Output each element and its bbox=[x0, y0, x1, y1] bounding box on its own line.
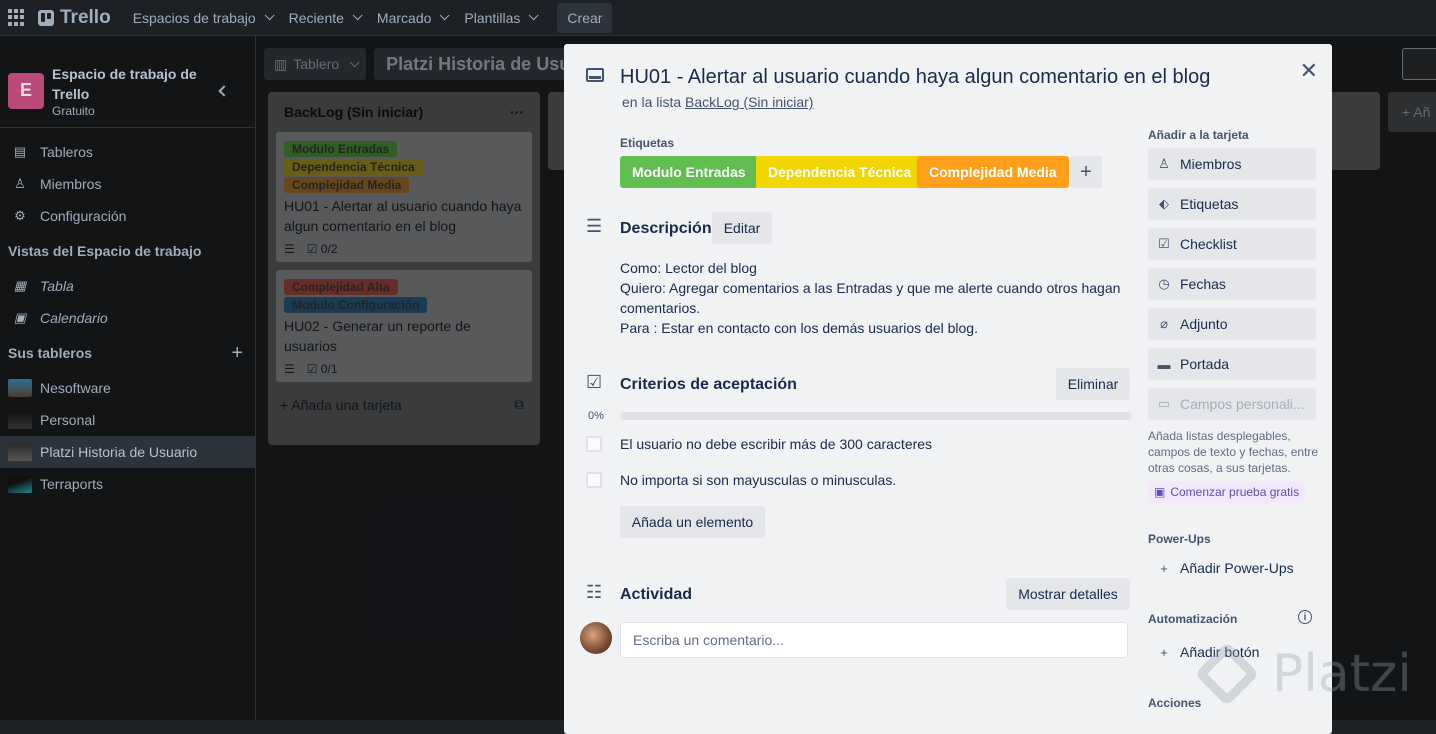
card-detail-title[interactable]: HU01 - Alertar al usuario cuando haya al… bbox=[620, 66, 1210, 89]
workspace-plan: Gratuito bbox=[52, 103, 95, 118]
nav-starred[interactable]: Marcado bbox=[369, 2, 456, 34]
checkbox-icon: ☑ bbox=[1158, 236, 1170, 251]
nav-templates[interactable]: Plantillas bbox=[456, 2, 545, 34]
members-button[interactable]: ♙ Miembros bbox=[1148, 148, 1316, 180]
calendar-icon: ▣ bbox=[13, 310, 27, 325]
sidebar-board-platzi[interactable]: Platzi Historia de Usuario bbox=[0, 436, 255, 468]
workspace-header: E Espacio de trabajo de Trello Gratuito bbox=[0, 36, 255, 128]
edit-description-button[interactable]: Editar bbox=[712, 212, 772, 244]
checklist-heading[interactable]: Criterios de aceptación bbox=[620, 376, 797, 394]
automation-heading: Automatización bbox=[1148, 612, 1238, 626]
description-heading: Descripción bbox=[620, 220, 712, 237]
nav-recent[interactable]: Reciente bbox=[281, 2, 369, 34]
chevron-down-icon bbox=[352, 10, 363, 21]
powerups-heading: Power-Ups bbox=[1148, 532, 1211, 546]
add-label-button[interactable]: + bbox=[1070, 156, 1102, 188]
add-checklist-item-button[interactable]: Añada un elemento bbox=[620, 506, 765, 538]
sidebar-item-calendar[interactable]: ▣ Calendario bbox=[0, 302, 255, 334]
clock-icon: ◷ bbox=[1158, 276, 1170, 291]
sidebar-board-nesoftware[interactable]: Nesoftware bbox=[0, 372, 255, 404]
comment-input[interactable]: Escriba un comentario... bbox=[620, 622, 1128, 658]
labels-button[interactable]: ⬖ Etiquetas bbox=[1148, 188, 1316, 220]
trello-logo[interactable]: Trello bbox=[38, 7, 111, 29]
platzi-watermark: Platzi bbox=[1184, 634, 1428, 714]
card-list-info: en la lista BackLog (Sin iniciar) bbox=[622, 94, 814, 110]
person-icon: ♙ bbox=[1158, 156, 1170, 171]
top-nav: Espacios de trabajo Reciente Marcado Pla… bbox=[125, 2, 546, 34]
card-detail-modal: ✕ HU01 - Alertar al usuario cuando haya … bbox=[564, 44, 1332, 734]
cover-icon: ▬ bbox=[1157, 356, 1171, 372]
activity-heading: Actividad bbox=[620, 586, 693, 603]
sidebar-item-members[interactable]: ♙ Miembros bbox=[0, 168, 255, 200]
dates-button[interactable]: ◷ Fechas bbox=[1148, 268, 1316, 300]
label-chip[interactable]: Dependencia Técnica bbox=[756, 156, 924, 188]
gear-icon: ⚙ bbox=[14, 208, 26, 223]
checklist-item[interactable]: El usuario no debe escribir más de 300 c… bbox=[620, 436, 932, 452]
nav-workspaces[interactable]: Espacios de trabajo bbox=[125, 2, 281, 34]
board-icon: ▤ bbox=[13, 144, 27, 159]
top-bar: Trello Espacios de trabajo Reciente Marc… bbox=[0, 0, 1436, 36]
activity-icon: ☷ bbox=[586, 582, 603, 602]
add-board-icon[interactable]: + bbox=[231, 342, 243, 365]
board-thumbnail bbox=[8, 475, 32, 493]
gift-icon: ▣ bbox=[1154, 485, 1166, 499]
custom-fields-icon: ▭ bbox=[1157, 396, 1171, 411]
workspace-avatar: E bbox=[8, 72, 44, 109]
paperclip-icon: ⌀ bbox=[1160, 316, 1168, 331]
chevron-down-icon bbox=[529, 10, 539, 21]
custom-fields-button[interactable]: ▭ Campos personali... bbox=[1148, 388, 1316, 420]
info-icon[interactable]: i bbox=[1298, 610, 1312, 624]
sidebar-item-table[interactable]: ▦ Tabla bbox=[0, 270, 255, 302]
checklist-checkbox[interactable] bbox=[586, 436, 602, 452]
chevron-down-icon bbox=[264, 10, 275, 21]
checklist-button[interactable]: ☑ Checklist bbox=[1148, 228, 1316, 260]
list-link[interactable]: BackLog (Sin iniciar) bbox=[685, 94, 813, 110]
checklist-progress-label: 0% bbox=[588, 410, 604, 422]
cover-button[interactable]: ▬ Portada bbox=[1148, 348, 1316, 380]
description-text[interactable]: Como: Lector del blog Quiero: Agregar co… bbox=[620, 258, 1130, 338]
sidebar-views-header: Vistas del Espacio de trabajo bbox=[8, 243, 202, 259]
sidebar: E Espacio de trabajo de Trello Gratuito … bbox=[0, 36, 256, 720]
start-trial-button[interactable]: ▣ Comenzar prueba gratis bbox=[1148, 481, 1306, 503]
tag-icon: ⬖ bbox=[1159, 196, 1169, 211]
label-chip[interactable]: Modulo Entradas bbox=[620, 156, 758, 188]
checklist-item[interactable]: No importa si son mayusculas o minuscula… bbox=[620, 472, 896, 488]
avatar[interactable] bbox=[580, 622, 612, 654]
board-thumbnail bbox=[8, 379, 32, 397]
trello-logo-icon bbox=[38, 9, 54, 26]
workspace-name: Espacio de trabajo de Trello bbox=[52, 65, 197, 102]
person-icon: ♙ bbox=[14, 176, 26, 191]
create-button[interactable]: Crear bbox=[557, 2, 613, 33]
sidebar-item-boards[interactable]: ▤ Tableros bbox=[0, 136, 255, 168]
board-thumbnail bbox=[8, 411, 32, 429]
label-chip[interactable]: Complejidad Media bbox=[917, 156, 1069, 188]
app-switcher-icon[interactable] bbox=[8, 8, 26, 27]
sidebar-boards-header: Sus tableros + bbox=[8, 341, 243, 365]
show-details-button[interactable]: Mostrar detalles bbox=[1006, 578, 1130, 610]
sidebar-item-settings[interactable]: ⚙ Configuración bbox=[0, 200, 255, 232]
plus-icon: + bbox=[1160, 560, 1168, 576]
attachment-button[interactable]: ⌀ Adjunto bbox=[1148, 308, 1316, 340]
add-powerups-button[interactable]: + Añadir Power-Ups bbox=[1148, 552, 1316, 584]
plus-icon: + bbox=[1160, 644, 1168, 660]
platzi-logo-icon bbox=[1194, 641, 1260, 707]
checklist-checkbox[interactable] bbox=[586, 472, 602, 488]
sidebar-board-terraports[interactable]: Terraports bbox=[0, 468, 255, 500]
description-icon: ☰ bbox=[586, 216, 603, 236]
table-icon: ▦ bbox=[13, 278, 27, 293]
custom-fields-note: Añada listas desplegables, campos de tex… bbox=[1148, 429, 1319, 475]
card-icon bbox=[586, 68, 604, 82]
delete-checklist-button[interactable]: Eliminar bbox=[1056, 368, 1130, 400]
chevron-down-icon bbox=[440, 10, 450, 21]
sidebar-board-personal[interactable]: Personal bbox=[0, 404, 255, 436]
checklist-icon: ☑ bbox=[586, 372, 603, 392]
labels-heading: Etiquetas bbox=[620, 136, 675, 150]
checklist-progress-bar bbox=[620, 412, 1132, 420]
collapse-sidebar-icon[interactable] bbox=[218, 84, 230, 97]
board-thumbnail bbox=[8, 443, 32, 461]
close-icon[interactable]: ✕ bbox=[1300, 58, 1318, 84]
add-to-card-heading: Añadir a la tarjeta bbox=[1148, 128, 1249, 142]
